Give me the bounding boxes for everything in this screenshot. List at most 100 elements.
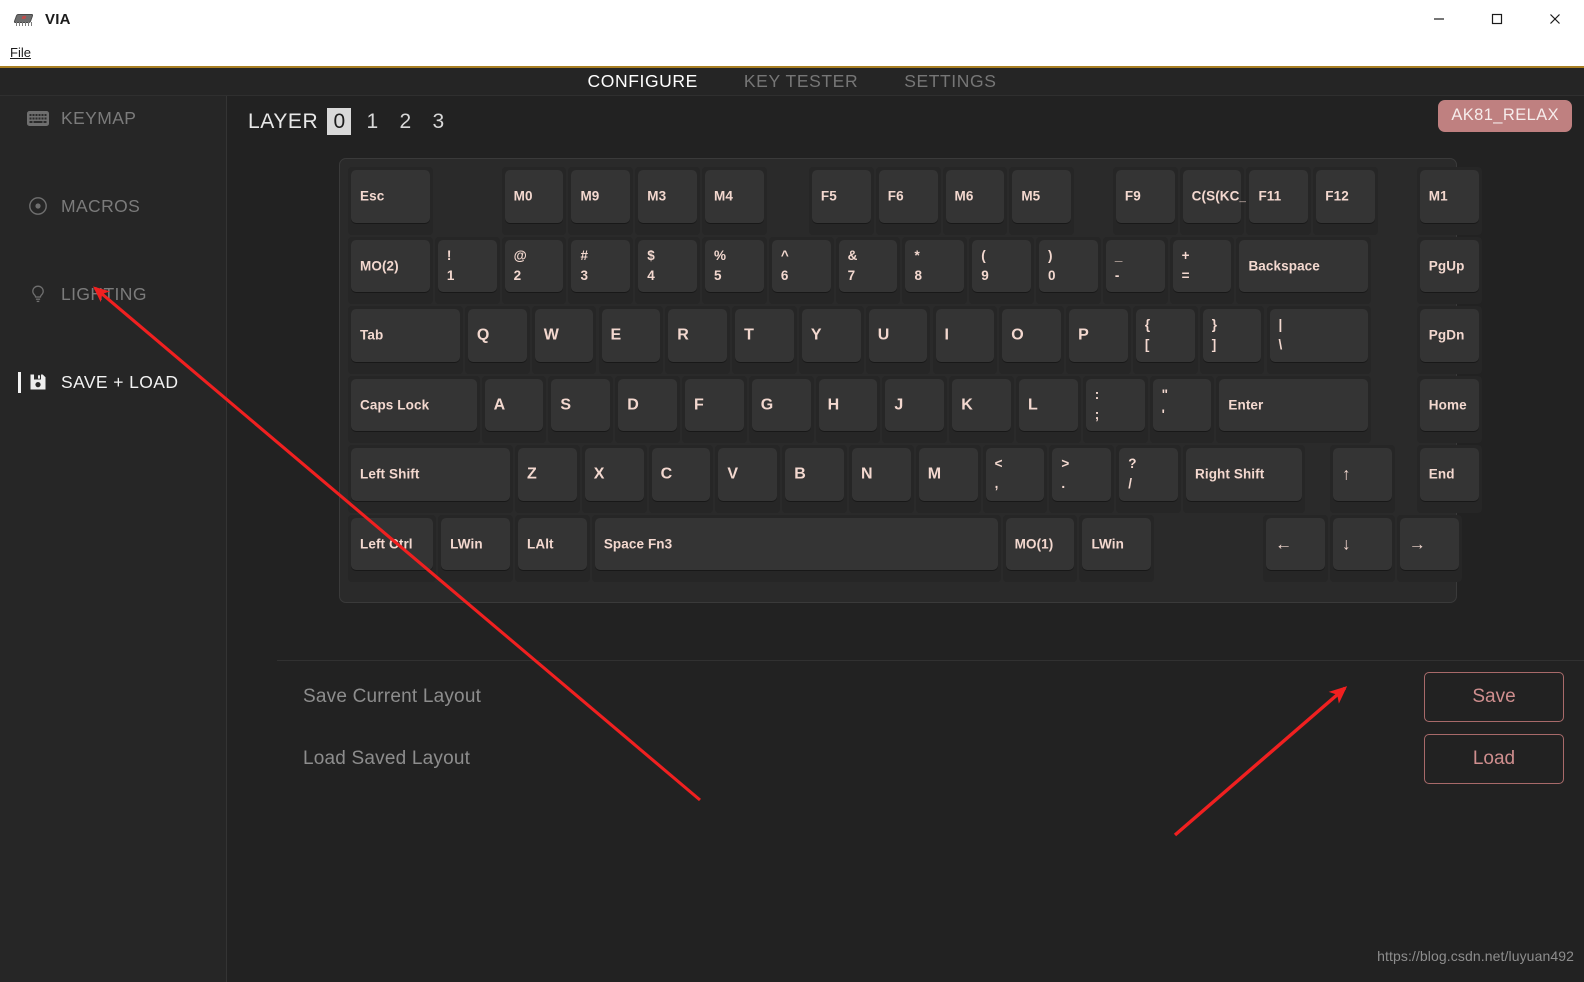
- key-slot[interactable]: W: [531, 306, 597, 374]
- key-slot[interactable]: % 5: [702, 236, 767, 304]
- key-slot[interactable]: Z: [515, 445, 580, 513]
- sidebar: KEYMAP MACROS LIGHTING SAVE + LOAD: [0, 96, 227, 982]
- sidebar-item-keymap[interactable]: KEYMAP: [0, 96, 226, 140]
- key-slot[interactable]: Y: [798, 306, 864, 374]
- key-slot[interactable]: End: [1416, 445, 1482, 513]
- save-button[interactable]: Save: [1424, 672, 1564, 722]
- key-slot[interactable]: Q: [464, 306, 530, 374]
- key-slot[interactable]: * 8: [902, 236, 968, 304]
- key-slot[interactable]: >.: [1049, 445, 1115, 513]
- key-slot[interactable]: (9: [969, 236, 1035, 304]
- key-slot[interactable]: LWin: [438, 514, 513, 582]
- key-slot[interactable]: →: [1396, 514, 1462, 582]
- key-slot[interactable]: @2: [501, 236, 567, 304]
- key-slot[interactable]: }]: [1199, 306, 1265, 374]
- key-slot[interactable]: C(S(KC_: [1179, 167, 1247, 235]
- tab-key-tester[interactable]: KEY TESTER: [744, 71, 858, 92]
- key-slot[interactable]: V: [715, 445, 781, 513]
- layer-button-1[interactable]: 1: [360, 108, 384, 135]
- key-slot[interactable]: #3: [568, 236, 634, 304]
- key-slot[interactable]: ! 1: [434, 236, 500, 304]
- key-slot[interactable]: J: [882, 375, 948, 443]
- key-slot[interactable]: ^ 6: [768, 236, 834, 304]
- key-slot[interactable]: R: [665, 306, 731, 374]
- key-slot[interactable]: | \: [1266, 306, 1372, 374]
- key-slot[interactable]: C: [648, 445, 714, 513]
- tab-settings[interactable]: SETTINGS: [904, 71, 996, 92]
- key-label: PgUp: [1428, 258, 1465, 274]
- key-slot[interactable]: F12: [1313, 167, 1379, 235]
- key-slot[interactable]: {[: [1132, 306, 1198, 374]
- key-slot[interactable]: ←: [1263, 514, 1328, 582]
- key-slot[interactable]: Caps Lock: [348, 375, 480, 443]
- key-slot[interactable]: P: [1066, 306, 1131, 374]
- load-button[interactable]: Load: [1424, 734, 1564, 784]
- key-slot[interactable]: G: [748, 375, 814, 443]
- key-slot[interactable]: Right Shift: [1183, 445, 1305, 513]
- sidebar-item-save-load[interactable]: SAVE + LOAD: [0, 360, 226, 404]
- key-slot[interactable]: S: [548, 375, 614, 443]
- key-slot[interactable]: M4: [702, 167, 767, 235]
- key-slot[interactable]: U: [865, 306, 931, 374]
- key-slot[interactable]: X: [581, 445, 647, 513]
- key-slot[interactable]: " ': [1149, 375, 1215, 443]
- key-slot[interactable]: Left Shift: [348, 445, 513, 513]
- key-slot[interactable]: E: [598, 306, 664, 374]
- layer-button-0[interactable]: 0: [327, 108, 352, 135]
- key-slot[interactable]: D: [615, 375, 680, 443]
- key-slot[interactable]: K: [949, 375, 1014, 443]
- key-slot[interactable]: F9: [1112, 167, 1178, 235]
- layer-button-3[interactable]: 3: [426, 108, 450, 135]
- key-slot[interactable]: ↓: [1329, 514, 1395, 582]
- key-slot[interactable]: M0: [501, 167, 567, 235]
- key-slot[interactable]: ) 0: [1036, 236, 1101, 304]
- sidebar-item-lighting[interactable]: LIGHTING: [0, 272, 226, 316]
- key-slot[interactable]: & 7: [835, 236, 901, 304]
- sidebar-item-macros[interactable]: MACROS: [0, 184, 226, 228]
- key-slot[interactable]: $4: [635, 236, 701, 304]
- key-slot[interactable]: LAlt: [515, 514, 590, 582]
- key-slot[interactable]: M1: [1416, 167, 1482, 235]
- key-slot[interactable]: F6: [875, 167, 941, 235]
- key-slot[interactable]: M3: [635, 167, 701, 235]
- key-slot[interactable]: O: [999, 306, 1065, 374]
- key-slot[interactable]: F: [682, 375, 747, 443]
- key-slot[interactable]: F11: [1246, 167, 1312, 235]
- layer-button-2[interactable]: 2: [393, 108, 417, 135]
- tab-configure[interactable]: CONFIGURE: [588, 71, 698, 92]
- key-slot[interactable]: N: [849, 445, 914, 513]
- key-slot[interactable]: B: [782, 445, 847, 513]
- key-slot[interactable]: PgDn: [1416, 306, 1482, 374]
- key-slot[interactable]: M: [915, 445, 981, 513]
- key-slot[interactable]: M9: [568, 167, 634, 235]
- key-slot[interactable]: Tab: [348, 306, 463, 374]
- key-slot[interactable]: + =: [1169, 236, 1235, 304]
- key-slot[interactable]: Enter: [1216, 375, 1372, 443]
- key-slot[interactable]: ? /: [1116, 445, 1181, 513]
- key-slot[interactable]: L: [1016, 375, 1081, 443]
- key-slot[interactable]: ↑: [1329, 445, 1395, 513]
- key-slot[interactable]: M6: [942, 167, 1008, 235]
- key-slot[interactable]: Space Fn3: [591, 514, 1001, 582]
- key-slot[interactable]: MO(2): [348, 236, 433, 304]
- key-slot[interactable]: Backspace: [1236, 236, 1372, 304]
- menu-item-file[interactable]: File: [0, 43, 39, 62]
- key-slot[interactable]: Home: [1416, 375, 1482, 443]
- key-slot[interactable]: Esc: [348, 167, 433, 235]
- key-slot[interactable]: I: [932, 306, 998, 374]
- close-icon[interactable]: [1526, 0, 1584, 38]
- key-slot[interactable]: T: [732, 306, 797, 374]
- key-slot[interactable]: :;: [1082, 375, 1148, 443]
- key-slot[interactable]: <,: [982, 445, 1048, 513]
- key-slot[interactable]: H: [815, 375, 881, 443]
- minimize-icon[interactable]: [1410, 0, 1468, 38]
- maximize-icon[interactable]: [1468, 0, 1526, 38]
- key-slot[interactable]: A: [481, 375, 547, 443]
- key-slot[interactable]: PgUp: [1416, 236, 1482, 304]
- key-slot[interactable]: Left Ctrl: [348, 514, 437, 582]
- key-slot[interactable]: _ -: [1102, 236, 1168, 304]
- key-slot[interactable]: F5: [808, 167, 874, 235]
- key-slot[interactable]: LWin: [1079, 514, 1155, 582]
- key-slot[interactable]: M5: [1009, 167, 1075, 235]
- key-slot[interactable]: MO(1): [1002, 514, 1078, 582]
